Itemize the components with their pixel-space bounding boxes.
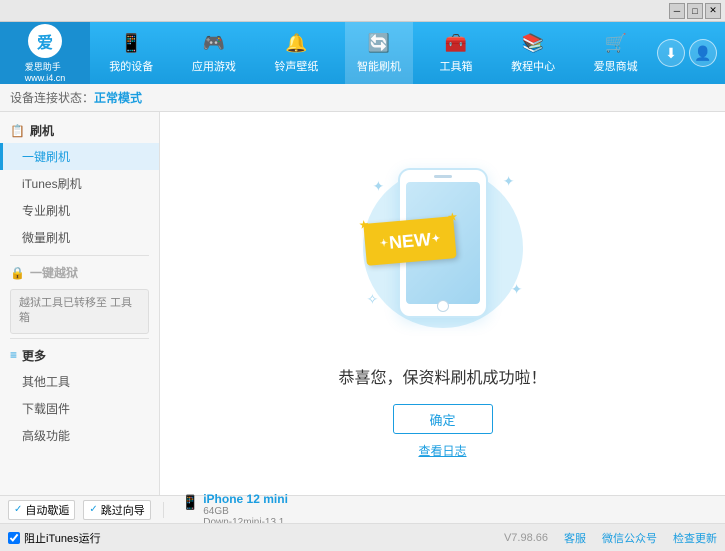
stop-itunes-label: 阻止iTunes运行 (24, 530, 101, 546)
sidebar-more-header: ≡ 更多 (0, 343, 159, 368)
sidebar-jailbreak-header: 🔒 一键越狱 (0, 260, 159, 285)
jailbreak-note: 越狱工具已转移至 工具箱 (10, 289, 149, 334)
nav-items: 📱 我的设备 🎮 应用游戏 🔔 铃声壁纸 🔄 智能刷机 🧰 工具箱 📚 教程中心… (90, 22, 657, 84)
device-name: iPhone 12 mini (203, 492, 288, 506)
more-section-icon: ≡ (10, 348, 17, 362)
check-update-link[interactable]: 检查更新 (673, 530, 717, 546)
sidebar-flash-header: 📋 刷机 (0, 118, 159, 143)
sidebar-divider-2 (10, 338, 149, 339)
app-games-icon: 🎮 (203, 33, 225, 54)
skip-wizard-check-icon: ✓ (89, 504, 97, 515)
nav-smart-flash[interactable]: 🔄 智能刷机 (345, 22, 413, 84)
ringtone-icon: 🔔 (285, 33, 307, 54)
bottom-section: ✓ 自动歇逅 ✓ 跳过向导 📱 iPhone 12 mini 64GB Down… (0, 495, 725, 551)
main-area: 📋 刷机 一键刷机 iTunes刷机 专业刷机 微量刷机 🔒 一键越狱 越狱工具… (0, 112, 725, 495)
user-button[interactable]: 👤 (689, 39, 717, 67)
auto-start-check-icon: ✓ (14, 504, 22, 515)
window-controls[interactable]: ─ □ ✕ (669, 3, 721, 19)
sidebar-micro-flash[interactable]: 微量刷机 (0, 224, 159, 251)
status-value: 正常模式 (94, 89, 142, 106)
device-phone-icon: 📱 (182, 494, 199, 511)
sidebar-itunes-flash[interactable]: iTunes刷机 (0, 170, 159, 197)
maximize-button[interactable]: □ (687, 3, 703, 19)
status-bar: 设备连接状态： 正常模式 (0, 84, 725, 112)
phone-speaker (434, 175, 452, 178)
download-button[interactable]: ⬇ (657, 39, 685, 67)
logo-text: 爱思助手 www.i4.cn (25, 60, 66, 83)
sidebar-divider-1 (10, 255, 149, 256)
sidebar-pro-flash[interactable]: 专业刷机 (0, 197, 159, 224)
customer-service-link[interactable]: 客服 (564, 530, 586, 546)
toolbox-icon: 🧰 (445, 33, 467, 54)
sparkle-1: ✦ (373, 178, 385, 195)
wechat-link[interactable]: 微信公众号 (602, 530, 657, 546)
nav-store[interactable]: 🛒 爱思商城 (582, 22, 650, 84)
bottom-bot-row: 阻止iTunes运行 V7.98.66 客服 微信公众号 检查更新 (0, 523, 725, 551)
new-banner: ✦NEW✦ (363, 216, 456, 266)
sidebar-one-click-flash[interactable]: 一键刷机 (0, 143, 159, 170)
stop-itunes-area: 阻止iTunes运行 (8, 530, 504, 546)
nav-ringtone[interactable]: 🔔 铃声壁纸 (262, 22, 330, 84)
sparkle-2: ✦ (503, 173, 515, 190)
back-to-log-link[interactable]: 查看日志 (418, 442, 466, 459)
success-text: 恭喜您，保资料刷机成功啦！ (338, 364, 546, 388)
title-bar: ─ □ ✕ (0, 0, 725, 22)
skip-wizard-checkbox[interactable]: ✓ 跳过向导 (83, 500, 150, 520)
version-text: V7.98.66 (504, 532, 548, 544)
nav-my-device[interactable]: 📱 我的设备 (97, 22, 165, 84)
bottom-right-info: V7.98.66 客服 微信公众号 检查更新 (504, 530, 717, 546)
bottom-divider (163, 502, 164, 518)
sparkle-3: ✧ (367, 291, 379, 308)
jailbreak-icon: 🔒 (10, 266, 25, 280)
device-storage: 64GB (203, 506, 288, 517)
close-button[interactable]: ✕ (705, 3, 721, 19)
nav-tutorials[interactable]: 📚 教程中心 (499, 22, 567, 84)
confirm-button[interactable]: 确定 (393, 404, 493, 434)
sidebar: 📋 刷机 一键刷机 iTunes刷机 专业刷机 微量刷机 🔒 一键越狱 越狱工具… (0, 112, 160, 495)
phone-home-button (437, 300, 449, 312)
bottom-top-row: ✓ 自动歇逅 ✓ 跳过向导 📱 iPhone 12 mini 64GB Down… (0, 495, 725, 523)
minimize-button[interactable]: ─ (669, 3, 685, 19)
success-illustration: ✦ ✦ ✧ ✦ ✦NEW✦ (353, 148, 533, 348)
content-area: ✦ ✦ ✧ ✦ ✦NEW✦ 恭喜您，保资料刷机成功啦！ 确定 查看日志 (160, 112, 725, 495)
sparkle-4: ✦ (511, 281, 523, 298)
auto-start-checkbox[interactable]: ✓ 自动歇逅 (8, 500, 75, 520)
nav-bar: 爱 爱思助手 www.i4.cn 📱 我的设备 🎮 应用游戏 🔔 铃声壁纸 🔄 … (0, 22, 725, 84)
sidebar-download-firmware[interactable]: 下载固件 (0, 395, 159, 422)
tutorials-icon: 📚 (522, 33, 544, 54)
logo-icon: 爱 (28, 24, 62, 58)
smart-flash-icon: 🔄 (368, 33, 390, 54)
logo-area: 爱 爱思助手 www.i4.cn (0, 22, 90, 84)
flash-section-icon: 📋 (10, 124, 25, 138)
sidebar-other-tools[interactable]: 其他工具 (0, 368, 159, 395)
nav-right: ⬇ 👤 (657, 39, 725, 67)
nav-app-games[interactable]: 🎮 应用游戏 (180, 22, 248, 84)
my-device-icon: 📱 (120, 33, 142, 54)
nav-toolbox[interactable]: 🧰 工具箱 (428, 22, 485, 84)
sidebar-advanced[interactable]: 高级功能 (0, 422, 159, 449)
store-icon: 🛒 (604, 33, 626, 54)
stop-itunes-checkbox[interactable] (8, 532, 20, 544)
